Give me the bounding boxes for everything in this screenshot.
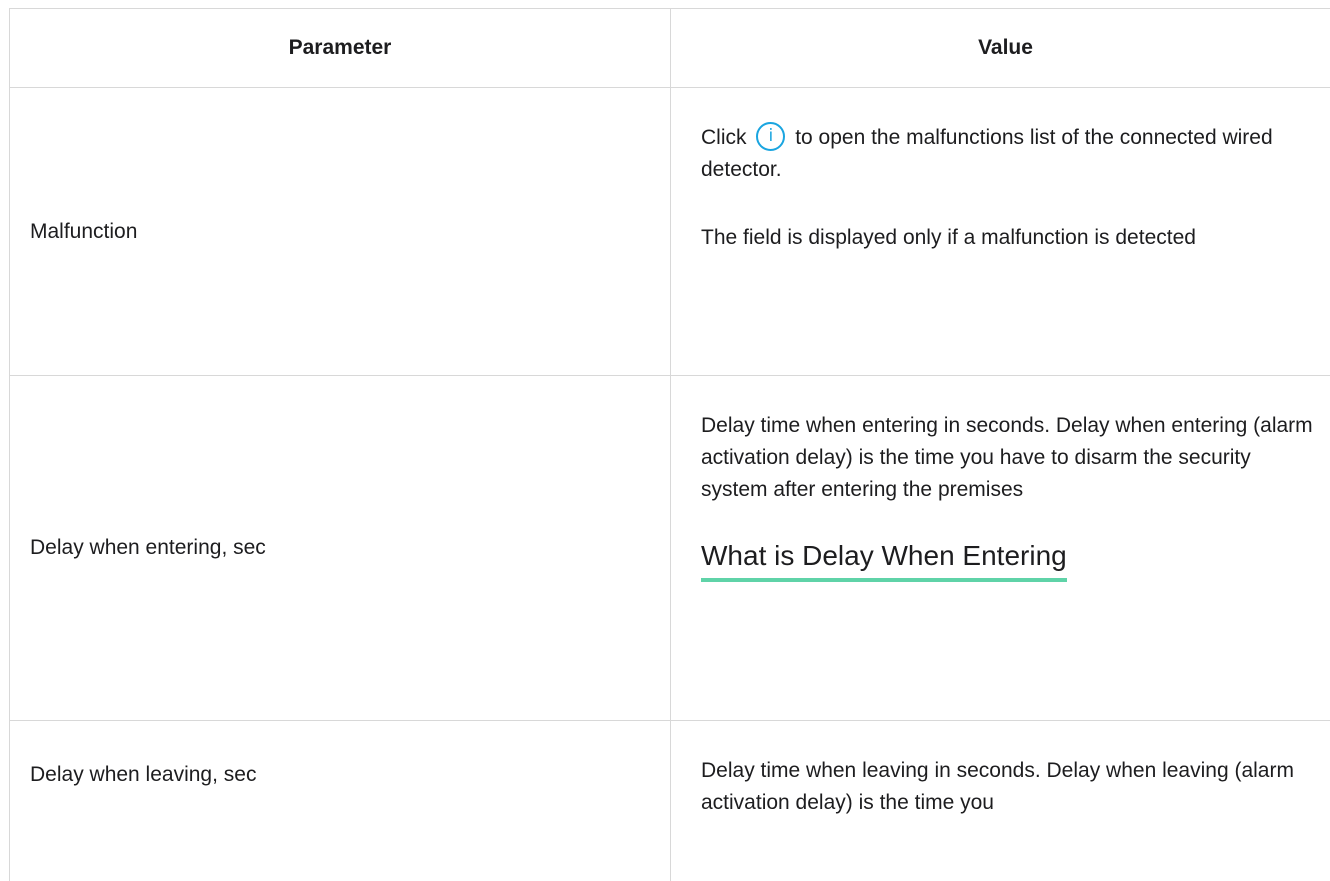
table-row: Malfunction Click i to open the malfunct…: [10, 88, 1330, 376]
value-text-after-icon: to open the malfunctions list of the con…: [701, 126, 1273, 181]
parameter-value: Delay time when leaving in seconds. Dela…: [671, 721, 1330, 881]
table-row: Delay when leaving, sec Delay time when …: [10, 721, 1330, 881]
value-paragraph: Delay time when leaving in seconds. Dela…: [701, 759, 1294, 814]
parameter-name: Delay when entering, sec: [10, 376, 671, 720]
parameter-name: Delay when leaving, sec: [10, 721, 671, 881]
value-text-before-icon: Click: [701, 126, 747, 149]
parameters-table: Parameter Value Malfunction Click i to o…: [9, 8, 1330, 881]
parameter-name: Malfunction: [10, 88, 671, 375]
table-row: Delay when entering, sec Delay time when…: [10, 376, 1330, 721]
delay-when-entering-link[interactable]: What is Delay When Entering: [701, 540, 1067, 582]
value-paragraph: Click i to open the malfunctions list of…: [701, 121, 1320, 186]
parameter-value: Click i to open the malfunctions list of…: [671, 88, 1330, 375]
value-paragraph: Delay time when entering in seconds. Del…: [701, 414, 1313, 501]
header-parameter: Parameter: [10, 9, 671, 87]
link-block: What is Delay When Entering: [701, 540, 1320, 582]
table-header-row: Parameter Value: [10, 9, 1330, 88]
value-note: The field is displayed only if a malfunc…: [701, 226, 1196, 249]
parameter-value: Delay time when entering in seconds. Del…: [671, 376, 1330, 720]
header-value: Value: [978, 36, 1033, 59]
info-icon[interactable]: i: [756, 121, 786, 151]
